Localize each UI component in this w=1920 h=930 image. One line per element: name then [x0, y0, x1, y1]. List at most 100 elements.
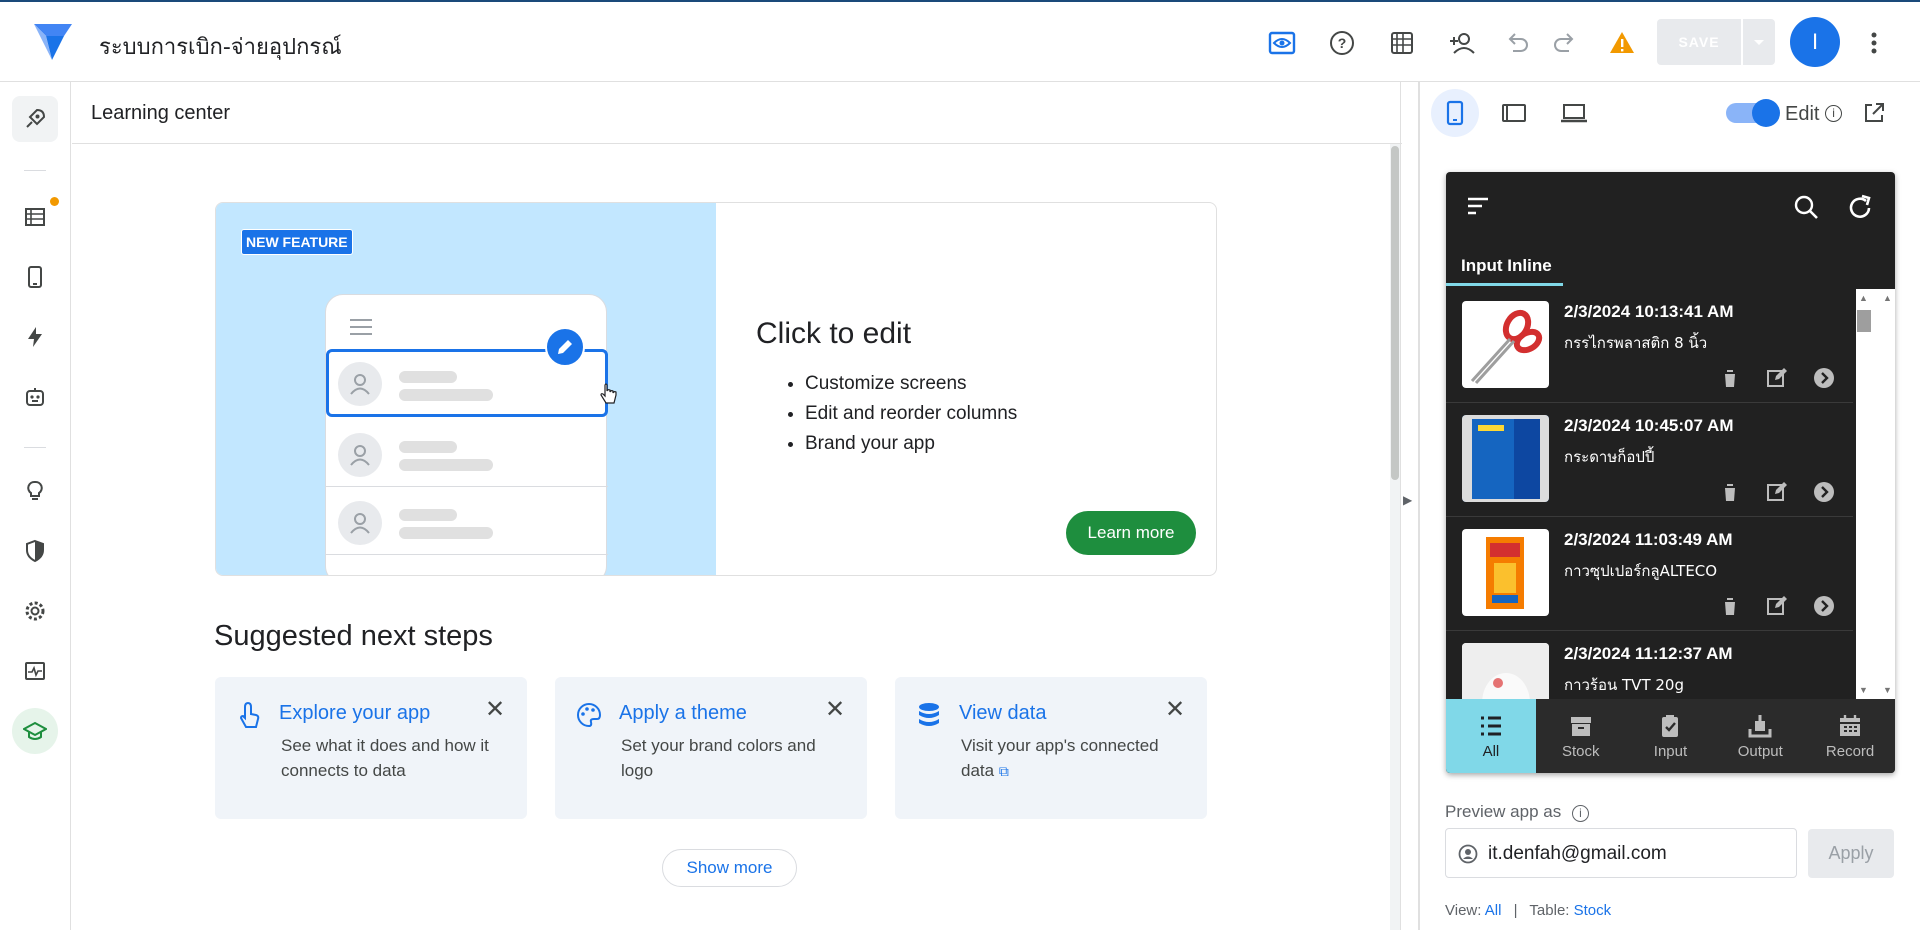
app-header: ระบบการเบิก-จ่ายอุปกรณ์ ? SAVE I: [0, 2, 1920, 82]
main-scrollbar-thumb[interactable]: [1391, 146, 1399, 480]
edit-icon[interactable]: [1765, 480, 1789, 504]
close-icon[interactable]: ✕: [825, 695, 845, 724]
edit-icon[interactable]: [1765, 594, 1789, 618]
warning-icon[interactable]: [1605, 26, 1639, 60]
nav-label: Record: [1825, 742, 1875, 760]
feature-bullet: Edit and reorder columns: [805, 399, 1017, 429]
scroll-up-icon[interactable]: ▲: [1859, 293, 1868, 303]
sort-menu-icon[interactable]: [1466, 196, 1490, 221]
show-more-button[interactable]: Show more: [662, 849, 797, 887]
learning-center-cap-icon[interactable]: [12, 708, 58, 754]
preview-eye-icon[interactable]: [1265, 26, 1299, 60]
edit-icon[interactable]: [1765, 366, 1789, 390]
nav-label: Input: [1653, 742, 1688, 760]
view-link[interactable]: All: [1485, 902, 1502, 919]
refresh-icon[interactable]: [1846, 194, 1874, 227]
suggestion-card-theme[interactable]: Apply a theme Set your brand colors and …: [555, 677, 867, 819]
appsheet-logo[interactable]: [32, 22, 74, 62]
menu-icon: [350, 319, 372, 340]
feature-title: Click to edit: [756, 317, 912, 350]
settings-gear-icon[interactable]: [12, 588, 58, 634]
nav-all[interactable]: All: [1446, 699, 1536, 773]
bot-icon[interactable]: [12, 374, 58, 420]
edit-toggle-knob[interactable]: [1752, 99, 1780, 127]
outbox-icon: [1748, 714, 1772, 737]
save-button[interactable]: SAVE: [1657, 19, 1741, 65]
touch-icon: [235, 701, 263, 729]
delete-icon[interactable]: [1718, 594, 1742, 618]
scroll-down-icon[interactable]: ▼: [1859, 685, 1868, 695]
card-description: Visit your app's connected data ⧉: [961, 733, 1191, 784]
help-icon[interactable]: ?: [1325, 26, 1359, 60]
external-link-icon[interactable]: ⧉: [999, 763, 1009, 779]
open-detail-icon[interactable]: [1812, 480, 1836, 504]
nav-record[interactable]: Record: [1805, 699, 1895, 773]
save-dropdown-button[interactable]: [1743, 19, 1775, 65]
close-icon[interactable]: ✕: [485, 695, 505, 724]
suggestion-card-data[interactable]: View data Visit your app's connected dat…: [895, 677, 1207, 819]
open-new-window-icon[interactable]: [1862, 101, 1886, 130]
desktop-view-icon[interactable]: [1550, 89, 1598, 137]
app-title: ระบบการเบิก-จ่ายอุปกรณ์: [99, 35, 342, 60]
mobile-view-icon[interactable]: [1431, 89, 1479, 137]
close-icon[interactable]: ✕: [1165, 695, 1185, 724]
views-phone-icon[interactable]: [12, 254, 58, 300]
new-feature-card: NEW FEATURE Click to edit • Customize sc…: [215, 202, 1217, 576]
rocket-icon[interactable]: [12, 96, 58, 142]
placeholder-bar: [399, 527, 493, 539]
nav-stock[interactable]: Stock: [1536, 699, 1626, 773]
nav-output[interactable]: Output: [1715, 699, 1805, 773]
monitor-pulse-icon[interactable]: [12, 648, 58, 694]
pencil-edit-icon: [545, 327, 585, 367]
notification-dot: [50, 197, 59, 206]
scroll-down-icon[interactable]: ▼: [1883, 685, 1892, 695]
collapse-panel-icon[interactable]: ▶: [1403, 493, 1412, 507]
page-title: Learning center: [91, 102, 230, 124]
suggestion-card-explore[interactable]: Explore your app See what it does and ho…: [215, 677, 527, 819]
preview-email-field[interactable]: it.denfah@gmail.com: [1445, 828, 1797, 878]
docs-icon[interactable]: [1385, 26, 1419, 60]
open-detail-icon[interactable]: [1812, 366, 1836, 390]
delete-icon[interactable]: [1718, 366, 1742, 390]
info-icon[interactable]: i: [1825, 105, 1843, 122]
list-scrollbar[interactable]: ▲ ▲ ▼ ▼: [1856, 289, 1895, 699]
add-user-icon[interactable]: [1445, 26, 1479, 60]
user-avatar[interactable]: I: [1790, 17, 1840, 67]
card-title[interactable]: View data: [959, 702, 1046, 725]
security-shield-icon[interactable]: [12, 528, 58, 574]
divider: [24, 170, 46, 171]
nav-label: All: [1482, 742, 1500, 760]
list-scrollbar-thumb[interactable]: [1857, 310, 1871, 332]
table-label: Table:: [1529, 902, 1570, 919]
card-description-text: Visit your app's connected data: [961, 736, 1159, 780]
scroll-up-icon[interactable]: ▲: [1883, 293, 1892, 303]
nav-input[interactable]: Input: [1626, 699, 1716, 773]
item-date: 2/3/2024 10:13:41 AM: [1564, 302, 1734, 321]
placeholder-bar: [399, 389, 493, 401]
learn-more-button[interactable]: Learn more: [1066, 511, 1196, 555]
redo-icon[interactable]: [1548, 26, 1582, 60]
table-link[interactable]: Stock: [1574, 902, 1612, 919]
left-nav: [0, 82, 71, 930]
database-icon: [915, 701, 943, 729]
tab-input-inline[interactable]: Input Inline: [1461, 256, 1552, 276]
clipboard-check-icon: [1662, 714, 1679, 737]
tablet-view-icon[interactable]: [1490, 89, 1538, 137]
automation-bolt-icon[interactable]: [12, 314, 58, 360]
preview-email-value: it.denfah@gmail.com: [1488, 843, 1667, 864]
delete-icon[interactable]: [1718, 480, 1742, 504]
card-title[interactable]: Apply a theme: [619, 702, 747, 725]
list-item[interactable]: 2/3/2024 11:03:49 AM กาวซุปเปอร์กลูALTEC…: [1446, 517, 1853, 631]
intelligence-bulb-icon[interactable]: [12, 468, 58, 514]
list-item[interactable]: 2/3/2024 10:45:07 AM กระดาษก็อปปี้: [1446, 403, 1853, 517]
mobile-preview: Input Inline 2/3/2024 10:13:41 AM กรรไกร…: [1446, 172, 1895, 773]
more-vert-icon[interactable]: [1860, 26, 1888, 60]
open-detail-icon[interactable]: [1812, 594, 1836, 618]
list-item[interactable]: 2/3/2024 11:12:37 AM กาวร้อน TVT 20g: [1446, 631, 1853, 699]
card-title[interactable]: Explore your app: [279, 702, 430, 725]
search-icon[interactable]: [1793, 194, 1819, 225]
info-icon[interactable]: i: [1571, 805, 1589, 822]
list-item[interactable]: 2/3/2024 10:13:41 AM กรรไกรพลาสติก 8 นิ้…: [1446, 289, 1853, 403]
apply-button[interactable]: Apply: [1808, 829, 1894, 878]
undo-icon[interactable]: [1500, 26, 1534, 60]
